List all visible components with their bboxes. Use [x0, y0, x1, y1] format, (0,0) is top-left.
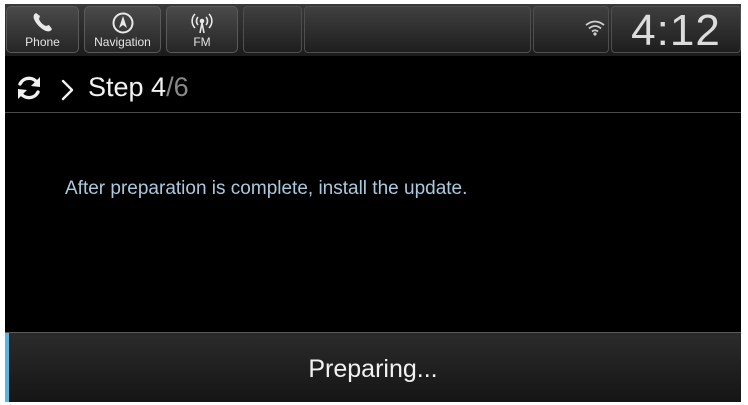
- sync-icon: [14, 75, 44, 106]
- fm-label: FM: [193, 35, 211, 49]
- divider: [5, 112, 741, 113]
- status-bar-spacer: [304, 6, 531, 53]
- step-header: Step 4/6: [5, 59, 741, 112]
- wifi-icon: [585, 20, 605, 41]
- navigation-label: Navigation: [94, 35, 151, 49]
- instruction-message: After preparation is complete, install t…: [65, 178, 468, 199]
- fm-button[interactable]: FM: [166, 6, 238, 53]
- step-total: /6: [166, 72, 189, 102]
- step-current: Step 4: [88, 72, 167, 102]
- clock: 4:12: [611, 6, 741, 54]
- chevron-right-icon: [60, 79, 76, 106]
- progress-label: Preparing...: [308, 355, 438, 383]
- status-bar: Phone Navigation FM 4:12: [5, 4, 741, 56]
- progress-status-bar: Preparing...: [5, 333, 741, 402]
- phone-icon: [31, 11, 55, 38]
- phone-label: Phone: [25, 35, 60, 49]
- infotainment-screen: Phone Navigation FM 4:12 Step 4/6 After …: [5, 4, 741, 402]
- navigation-button[interactable]: Navigation: [84, 6, 161, 53]
- phone-button[interactable]: Phone: [6, 6, 79, 53]
- step-indicator: Step 4/6: [88, 72, 189, 103]
- status-bar-spacer: [243, 6, 302, 53]
